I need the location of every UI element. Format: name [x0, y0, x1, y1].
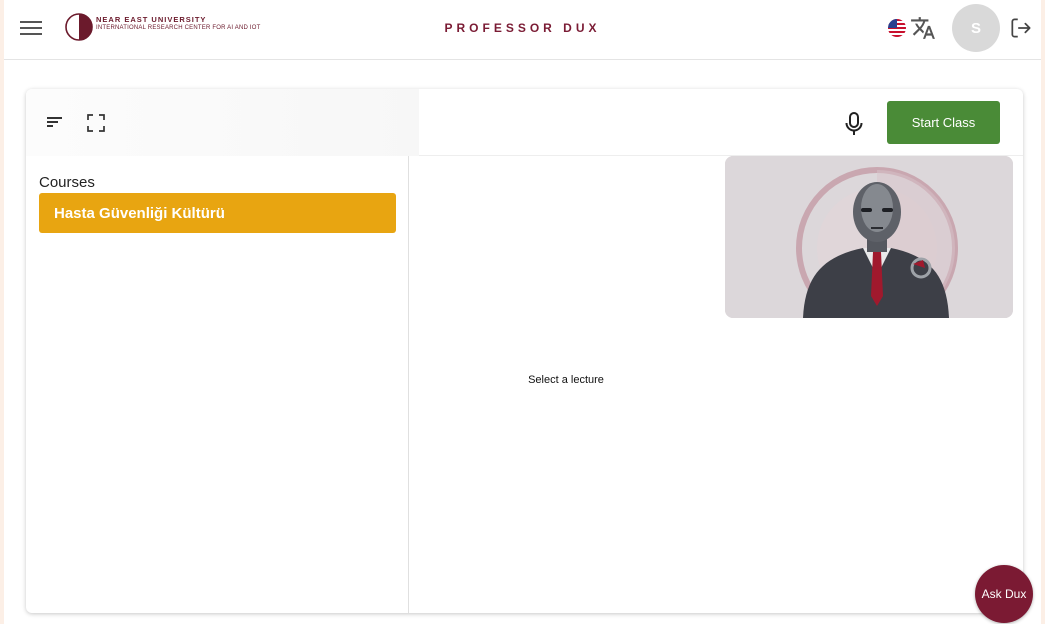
courses-sidebar: Courses Hasta Güvenliği Kültürü: [26, 156, 409, 613]
microphone-icon[interactable]: [843, 111, 865, 137]
translate-icon[interactable]: [910, 15, 936, 41]
panel-toolbar: Start Class: [26, 89, 1023, 156]
sort-icon[interactable]: [44, 111, 66, 133]
robot-professor-image: [725, 156, 1013, 318]
lecture-area: Select a lecture: [409, 156, 1023, 613]
logout-icon[interactable]: [1008, 15, 1034, 41]
top-bar: NEAR EAST UNIVERSITY INTERNATIONAL RESEA…: [4, 0, 1041, 60]
ask-dux-button[interactable]: Ask Dux: [975, 565, 1033, 623]
user-avatar[interactable]: S: [952, 4, 1000, 52]
select-lecture-message: Select a lecture: [528, 374, 604, 386]
classroom-panel: Start Class Courses Hasta Güvenliği Kült…: [26, 89, 1023, 613]
app-window: NEAR EAST UNIVERSITY INTERNATIONAL RESEA…: [4, 0, 1041, 624]
start-class-button[interactable]: Start Class: [887, 101, 1000, 144]
courses-heading: Courses: [39, 174, 95, 191]
professor-video: [725, 156, 1013, 318]
app-title: PROFESSOR DUX: [444, 21, 601, 35]
fullscreen-icon[interactable]: [84, 111, 108, 135]
us-flag-icon[interactable]: [888, 19, 906, 37]
course-item[interactable]: Hasta Güvenliği Kültürü: [39, 193, 396, 233]
